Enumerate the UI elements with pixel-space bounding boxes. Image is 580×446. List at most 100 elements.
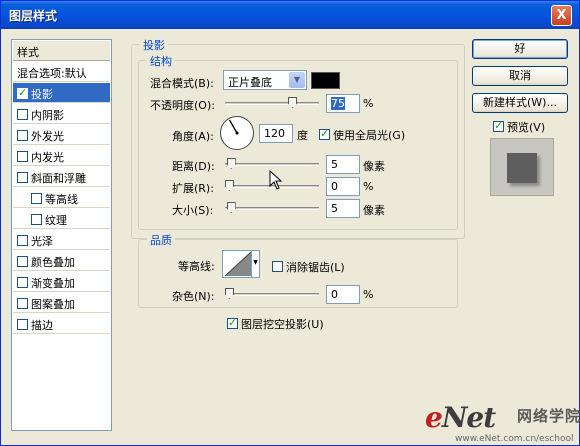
anti-alias-label: 消除锯齿(L) — [286, 261, 345, 274]
enet-url: www.eNet.com.cn/eschool — [455, 434, 574, 444]
sidebar-item-label: 描边 — [31, 319, 53, 332]
ok-button[interactable]: 好 — [472, 39, 568, 59]
sidebar-item-label: 图案叠加 — [31, 298, 75, 311]
blend-mode-value: 正片叠底 — [228, 76, 272, 89]
sidebar-item-label: 渐变叠加 — [31, 277, 75, 290]
distance-unit: 像素 — [363, 160, 385, 173]
sidebar-item-label: 内发光 — [31, 151, 64, 164]
preview-checkbox[interactable]: 预览(V) — [493, 119, 545, 135]
sidebar-item[interactable]: 颜色叠加 — [13, 251, 110, 271]
sidebar-item[interactable]: 斜面和浮雕 — [13, 167, 110, 187]
structure-group-title: 结构 — [147, 53, 175, 69]
sidebar-item[interactable]: 等高线 — [13, 188, 110, 208]
linear-contour-icon — [224, 251, 252, 277]
angle-dial[interactable] — [220, 116, 254, 150]
contour-picker[interactable]: ▼ — [222, 250, 260, 278]
noise-value: 0 — [331, 288, 338, 301]
mouse-cursor-icon — [269, 170, 283, 190]
sidebar-item-checkbox[interactable] — [17, 298, 28, 309]
sidebar-item-checkbox[interactable] — [17, 109, 28, 120]
distance-value: 5 — [331, 158, 338, 171]
distance-label: 距离(D): — [172, 160, 215, 173]
sidebar-item-label: 外发光 — [31, 130, 64, 143]
sidebar-item-label: 等高线 — [45, 193, 78, 206]
knockout-label: 图层挖空投影(U) — [241, 318, 324, 331]
new-style-button[interactable]: 新建样式(W)... — [472, 93, 568, 113]
preview-checkbox-box[interactable] — [493, 119, 504, 132]
spread-value: 0 — [331, 180, 338, 193]
styles-list-header[interactable]: 样式 — [13, 41, 110, 61]
spread-label: 扩展(R): — [172, 182, 214, 195]
sidebar-item[interactable]: 混合选项:默认 — [13, 62, 110, 82]
sidebar-item-label: 内阴影 — [31, 109, 64, 122]
knockout-checkbox-box[interactable] — [227, 316, 238, 329]
sidebar-item[interactable]: 描边 — [13, 314, 110, 334]
enet-logo-e: e — [425, 401, 443, 434]
size-slider[interactable] — [225, 202, 319, 213]
sidebar-item[interactable]: 渐变叠加 — [13, 272, 110, 292]
noise-field[interactable]: 0 — [326, 285, 360, 304]
opacity-label: 不透明度(O): — [150, 99, 215, 112]
sidebar-item-checkbox[interactable] — [17, 151, 28, 162]
sidebar-item-checkbox[interactable] — [31, 214, 42, 225]
sidebar-item[interactable]: 外发光 — [13, 125, 110, 145]
opacity-slider[interactable] — [225, 97, 319, 108]
spread-field[interactable]: 0 — [326, 177, 360, 196]
size-value: 5 — [331, 202, 338, 215]
distance-slider[interactable] — [225, 158, 319, 169]
enet-logo-text: Net — [441, 401, 496, 434]
sidebar-item-checkbox[interactable] — [17, 277, 28, 288]
anti-alias-checkbox[interactable]: 消除锯齿(L) — [272, 259, 345, 275]
sidebar-item-checkbox[interactable] — [17, 256, 28, 267]
knockout-checkbox[interactable]: 图层挖空投影(U) — [227, 316, 324, 332]
shadow-color-swatch[interactable] — [311, 72, 340, 89]
sidebar-item-checkbox[interactable] — [17, 86, 28, 99]
anti-alias-checkbox-box[interactable] — [272, 261, 283, 272]
close-button[interactable]: X — [551, 5, 572, 26]
contour-label: 等高线: — [178, 260, 215, 273]
noise-unit: % — [363, 288, 374, 301]
title-bar[interactable]: 图层样式 X — [1, 1, 579, 29]
angle-value: 120 — [264, 127, 285, 140]
size-field[interactable]: 5 — [326, 199, 360, 218]
sidebar-item[interactable]: 纹理 — [13, 209, 110, 229]
blend-mode-select[interactable]: 正片叠底 ▼ — [223, 70, 307, 90]
sidebar-item[interactable]: 光泽 — [13, 230, 110, 250]
sidebar-item-label: 投影 — [31, 88, 53, 101]
sidebar-item-label: 颜色叠加 — [31, 256, 75, 269]
chevron-down-icon: ▼ — [289, 72, 305, 88]
opacity-unit: % — [363, 97, 374, 110]
global-light-checkbox-box[interactable] — [319, 127, 330, 140]
angle-dial-needle-icon — [228, 119, 239, 135]
sidebar-item-checkbox[interactable] — [17, 130, 28, 141]
styles-list: 样式 混合选项:默认投影内阴影外发光内发光斜面和浮雕等高线纹理光泽颜色叠加渐变叠… — [11, 39, 112, 431]
contour-dropdown-chevron-icon[interactable]: ▼ — [251, 251, 259, 277]
angle-field[interactable]: 120 — [259, 124, 293, 143]
sidebar-item-label: 光泽 — [31, 235, 53, 248]
opacity-field[interactable]: 75 — [326, 94, 360, 113]
sidebar-item-label: 纹理 — [45, 214, 67, 227]
style-preview — [490, 138, 554, 196]
sidebar-item-label: 混合选项:默认 — [17, 67, 87, 80]
sidebar-item[interactable]: 内发光 — [13, 146, 110, 166]
sidebar-item-checkbox[interactable] — [31, 193, 42, 204]
opacity-value: 75 — [331, 97, 345, 110]
noise-label: 杂色(N): — [172, 290, 215, 303]
cancel-button[interactable]: 取消 — [472, 66, 568, 86]
size-label: 大小(S): — [172, 204, 214, 217]
spread-unit: % — [363, 180, 374, 193]
distance-field[interactable]: 5 — [326, 155, 360, 174]
sidebar-item[interactable]: 投影 — [13, 83, 110, 103]
window-title: 图层样式 — [9, 9, 58, 23]
sidebar-item[interactable]: 图案叠加 — [13, 293, 110, 313]
quality-group-title: 品质 — [147, 232, 175, 248]
sidebar-item[interactable]: 内阴影 — [13, 104, 110, 124]
sidebar-item-checkbox[interactable] — [17, 172, 28, 183]
preview-label: 预览(V) — [507, 121, 546, 134]
sidebar-item-checkbox[interactable] — [17, 319, 28, 330]
sidebar-item-checkbox[interactable] — [17, 235, 28, 246]
global-light-checkbox[interactable]: 使用全局光(G) — [319, 127, 405, 143]
size-unit: 像素 — [363, 204, 385, 217]
enet-logo: eNet — [425, 401, 496, 434]
noise-slider[interactable] — [225, 288, 319, 299]
